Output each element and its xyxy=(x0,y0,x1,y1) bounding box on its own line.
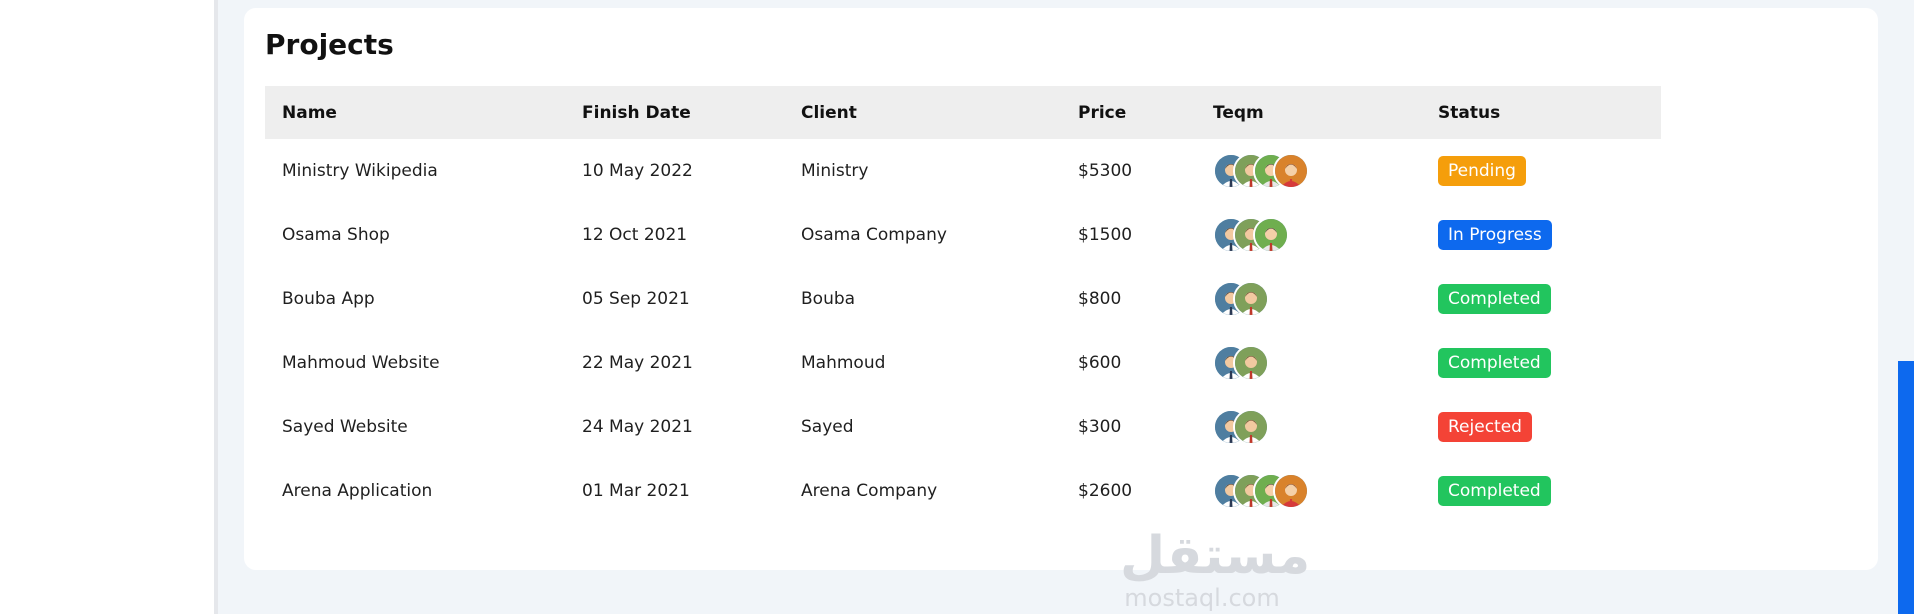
avatar-icon[interactable] xyxy=(1233,409,1269,445)
avatar-icon[interactable] xyxy=(1273,473,1309,509)
client-name: Bouba xyxy=(801,289,856,309)
client-name: Mahmoud xyxy=(801,353,886,373)
table-row[interactable]: Ministry Wikipedia 10 May 2022 Ministry $53… xyxy=(265,139,1661,203)
project-name: Osama Shop xyxy=(282,225,390,245)
project-price: $800 xyxy=(1078,289,1122,309)
client-name: Ministry xyxy=(801,161,869,181)
card-title: Projects xyxy=(265,28,394,61)
scrollbar-thumb[interactable] xyxy=(1898,361,1914,614)
project-name: Sayed Website xyxy=(282,417,408,437)
table-row[interactable]: Osama Shop 12 Oct 2021 Osama Company $1500 I… xyxy=(265,203,1661,267)
header-status[interactable]: Status xyxy=(1421,86,1661,139)
project-price: $5300 xyxy=(1078,161,1133,181)
status-cell: Completed xyxy=(1421,267,1661,331)
status-badge: Completed xyxy=(1438,476,1551,506)
avatar-icon[interactable] xyxy=(1273,153,1309,189)
status-cell: Completed xyxy=(1421,331,1661,395)
status-badge: Pending xyxy=(1438,156,1526,186)
projects-table: Name Finish Date Client Price Teqm Statu… xyxy=(265,86,1661,523)
team-cell xyxy=(1196,139,1421,203)
avatar-icon[interactable] xyxy=(1253,217,1289,253)
team-avatars xyxy=(1213,473,1421,509)
client-name: Sayed xyxy=(801,417,854,437)
finish-date: 01 Mar 2021 xyxy=(582,481,690,501)
watermark-latin: mostaql.com xyxy=(1124,584,1280,612)
team-cell xyxy=(1196,395,1421,459)
avatar-icon[interactable] xyxy=(1233,281,1269,317)
avatar-icon[interactable] xyxy=(1233,345,1269,381)
status-badge: Completed xyxy=(1438,348,1551,378)
status-badge: In Progress xyxy=(1438,220,1552,250)
project-name: Mahmoud Website xyxy=(282,353,440,373)
client-name: Arena Company xyxy=(801,481,938,501)
team-cell xyxy=(1196,459,1421,523)
status-badge: Rejected xyxy=(1438,412,1532,442)
project-price: $2600 xyxy=(1078,481,1133,501)
finish-date: 24 May 2021 xyxy=(582,417,693,437)
header-price[interactable]: Price xyxy=(1061,86,1196,139)
watermark: مستقل mostaql.com xyxy=(1120,526,1311,612)
status-cell: Pending xyxy=(1421,139,1661,203)
project-price: $1500 xyxy=(1078,225,1133,245)
status-cell: In Progress xyxy=(1421,203,1661,267)
team-avatars xyxy=(1213,217,1421,253)
status-cell: Rejected xyxy=(1421,395,1661,459)
watermark-arabic: مستقل xyxy=(1120,526,1311,586)
team-cell xyxy=(1196,331,1421,395)
team-avatars xyxy=(1213,281,1421,317)
finish-date: 22 May 2021 xyxy=(582,353,693,373)
projects-card: Projects Name Finish Date Client Price T… xyxy=(244,8,1878,612)
finish-date: 12 Oct 2021 xyxy=(582,225,688,245)
table-row[interactable]: Bouba App 05 Sep 2021 Bouba $800 Completed xyxy=(265,267,1661,331)
team-avatars xyxy=(1213,153,1421,189)
finish-date: 10 May 2022 xyxy=(582,161,693,181)
status-cell: Completed xyxy=(1421,459,1661,523)
table-row[interactable]: Mahmoud Website 22 May 2021 Mahmoud $600 Com… xyxy=(265,331,1661,395)
team-avatars xyxy=(1213,409,1421,445)
table-row[interactable]: Arena Application 01 Mar 2021 Arena Compan… xyxy=(265,459,1661,523)
finish-date: 05 Sep 2021 xyxy=(582,289,690,309)
header-finish-date[interactable]: Finish Date xyxy=(565,86,784,139)
team-cell xyxy=(1196,203,1421,267)
header-name[interactable]: Name xyxy=(265,86,565,139)
project-name: Arena Application xyxy=(282,481,433,501)
team-avatars xyxy=(1213,345,1421,381)
sidebar xyxy=(0,0,218,614)
status-badge: Completed xyxy=(1438,284,1551,314)
table-row[interactable]: Sayed Website 24 May 2021 Sayed $300 Rejecte… xyxy=(265,395,1661,459)
project-name: Ministry Wikipedia xyxy=(282,161,438,181)
scrollbar-track[interactable] xyxy=(1898,0,1914,614)
header-client[interactable]: Client xyxy=(784,86,1061,139)
table-header-row: Name Finish Date Client Price Teqm Statu… xyxy=(265,86,1661,139)
project-price: $600 xyxy=(1078,353,1122,373)
project-price: $300 xyxy=(1078,417,1122,437)
team-cell xyxy=(1196,267,1421,331)
project-name: Bouba App xyxy=(282,289,375,309)
header-team[interactable]: Teqm xyxy=(1196,86,1421,139)
client-name: Osama Company xyxy=(801,225,947,245)
